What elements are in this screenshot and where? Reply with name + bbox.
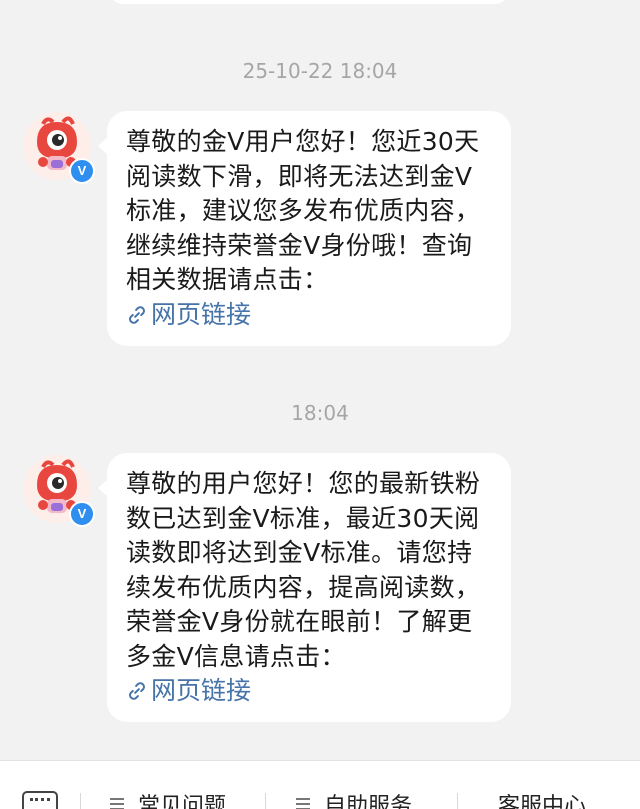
verified-badge: V <box>69 501 95 527</box>
toolbar-divider <box>265 793 266 809</box>
web-link[interactable]: 网页链接 <box>126 298 493 332</box>
link-label[interactable]: 网页链接 <box>151 674 251 708</box>
toolbar-item-customer-service[interactable]: 客服中心 <box>498 789 586 809</box>
toolbar-item-self-service[interactable]: 自助服务 <box>296 789 412 809</box>
bottom-toolbar: 常见问题 自助服务 客服中心 <box>0 760 640 809</box>
toolbar-item-label: 自助服务 <box>324 794 413 809</box>
web-link[interactable]: 网页链接 <box>126 674 493 708</box>
message-timestamp: 18:04 <box>291 401 349 425</box>
message-bubble[interactable]: 尊敬的金V用户您好！您近30天阅读数下滑，即将无法达到金V标准，建议您多发布优质… <box>98 111 511 346</box>
message-timestamp: 25-10-22 18:04 <box>242 59 398 83</box>
keyboard-icon[interactable] <box>22 791 58 809</box>
message-text: 尊敬的用户您好！您的最新铁粉数已达到金V标准，最近30天阅读数即将达到金V标准。… <box>126 469 481 671</box>
toolbar-item-label: 客服中心 <box>498 794 587 809</box>
toolbar-divider <box>457 793 458 809</box>
link-label[interactable]: 网页链接 <box>151 298 251 332</box>
avatar[interactable]: V <box>23 455 95 527</box>
verified-badge: V <box>69 158 95 184</box>
link-icon <box>129 305 145 324</box>
message-bubble[interactable]: 尊敬的用户您好！您的最新铁粉数已达到金V标准，最近30天阅读数即将达到金V标准。… <box>98 453 511 722</box>
previous-message-bubble[interactable] <box>107 0 511 4</box>
link-icon <box>129 682 145 700</box>
message-text: 尊敬的金V用户您好！您近30天阅读数下滑，即将无法达到金V标准，建议您多发布优质… <box>126 127 481 294</box>
chat-screen: 25-10-22 18:04 V 尊敬的金V用户您好！您近30天阅读数下滑，即将… <box>0 0 640 809</box>
menu-icon <box>296 798 310 809</box>
toolbar-item-faq[interactable]: 常见问题 <box>110 789 226 809</box>
avatar[interactable]: V <box>23 112 95 184</box>
menu-icon <box>110 798 124 809</box>
toolbar-divider <box>80 793 81 809</box>
toolbar-item-label: 常见问题 <box>138 794 227 809</box>
